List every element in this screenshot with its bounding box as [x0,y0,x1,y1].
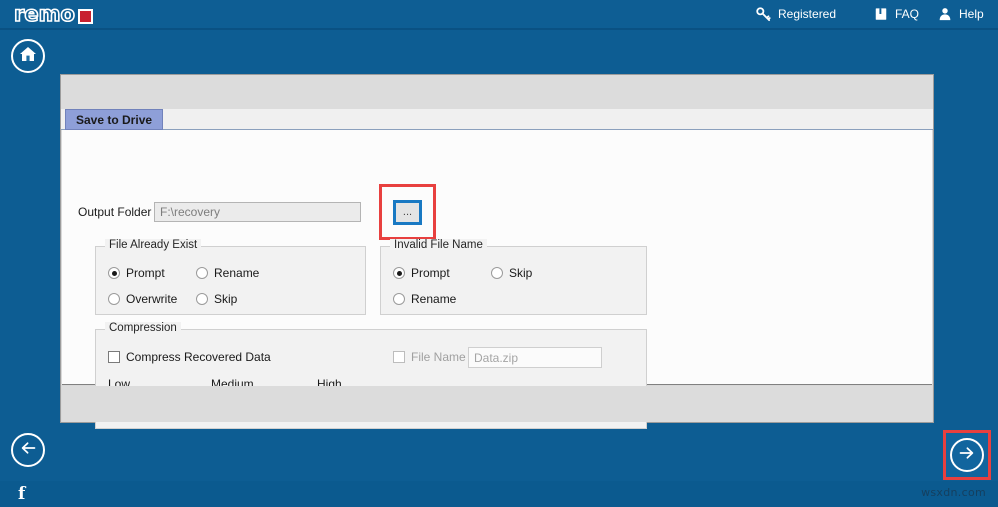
panel-body: Output Folder ... File Already Exist Pro… [62,130,932,429]
radio-mark-icon [491,267,503,279]
radio-invalid-skip[interactable]: Skip [491,266,532,280]
checkbox-file-name[interactable]: File Name [393,350,466,364]
top-link-faq[interactable]: FAQ [874,0,919,28]
next-button[interactable] [950,438,984,472]
back-button[interactable] [11,433,45,467]
logo-text: remo [13,2,76,26]
app-logo: remo [13,2,93,26]
radio-mark-icon [196,293,208,305]
radio-invalid-rename[interactable]: Rename [393,292,456,306]
invalid-file-name-group: Invalid File Name Prompt Skip Rename [380,239,647,315]
checkbox-mark-icon [393,351,405,363]
panel-footer [62,386,932,422]
radio-file-exist-rename-label: Rename [214,266,260,280]
arrow-right-icon [957,443,977,468]
checkbox-compress-recovered-data-label: Compress Recovered Data [126,350,271,364]
checkbox-file-name-label: File Name [411,350,466,364]
key-icon [756,6,771,22]
compression-title: Compression [105,322,181,334]
checkbox-compress-recovered-data[interactable]: Compress Recovered Data [108,350,271,364]
radio-invalid-prompt-label: Prompt [411,266,450,280]
facebook-icon[interactable]: f [18,484,25,504]
top-link-registered-label: Registered [778,7,837,21]
file-already-exist-group: File Already Exist Prompt Rename Overwri… [95,239,366,315]
radio-mark-icon [108,267,120,279]
home-icon [18,44,38,69]
top-link-faq-label: FAQ [895,7,920,21]
radio-file-exist-overwrite-label: Overwrite [126,292,178,306]
checkbox-mark-icon [108,351,120,363]
home-button[interactable] [11,39,45,73]
logo-red-square [77,8,93,24]
radio-file-exist-overwrite[interactable]: Overwrite [108,292,177,306]
bottom-bar: f wsxdn.com [0,481,998,507]
radio-mark-icon [393,293,405,305]
output-folder-label: Output Folder [78,205,152,219]
invalid-file-name-title: Invalid File Name [390,239,487,251]
radio-invalid-prompt[interactable]: Prompt [393,266,450,280]
top-link-help-label: Help [959,7,984,21]
tab-save-to-drive[interactable]: Save to Drive [65,109,164,130]
radio-file-exist-skip-label: Skip [214,292,238,306]
radio-file-exist-prompt[interactable]: Prompt [108,266,165,280]
top-bar: remo Registered FAQ Help [0,0,998,30]
browse-button-highlight: ... [379,184,436,240]
output-folder-row: Output Folder ... [78,184,436,240]
top-link-help[interactable]: Help [938,0,984,28]
output-folder-input[interactable] [154,202,361,222]
top-link-registered[interactable]: Registered [756,0,836,28]
tab-save-to-drive-label: Save to Drive [76,112,153,127]
file-name-input[interactable] [468,347,602,368]
radio-invalid-rename-label: Rename [411,292,457,306]
panel-top-strip [61,75,933,109]
watermark-label: wsxdn.com [921,486,986,499]
radio-invalid-skip-label: Skip [509,266,533,280]
radio-file-exist-rename[interactable]: Rename [196,266,259,280]
arrow-left-icon [18,438,38,463]
tab-strip: Save to Drive [61,109,933,130]
main-panel: Save to Drive Output Folder ... File Alr… [60,74,934,429]
browse-button[interactable]: ... [393,199,422,225]
radio-file-exist-prompt-label: Prompt [126,266,165,280]
radio-mark-icon [196,267,208,279]
radio-mark-icon [393,267,405,279]
user-icon [938,7,952,21]
next-button-highlight [943,430,991,480]
radio-file-exist-skip[interactable]: Skip [196,292,237,306]
book-icon [874,7,888,21]
radio-mark-icon [108,293,120,305]
file-already-exist-title: File Already Exist [105,239,202,251]
